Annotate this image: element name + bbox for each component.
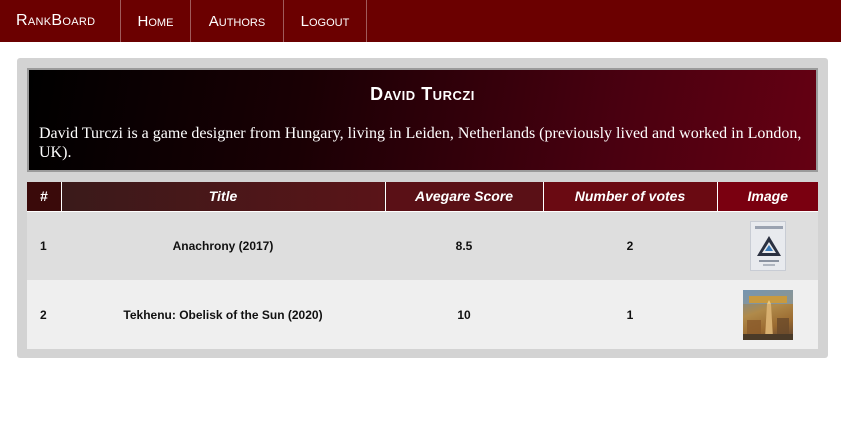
table-row[interactable]: 1 Anachrony (2017) 8.5 2 bbox=[27, 211, 818, 280]
row-number-of-votes: 1 bbox=[543, 280, 717, 349]
row-image bbox=[717, 280, 818, 349]
author-name: David Turczi bbox=[370, 84, 475, 104]
nav-home-link[interactable]: Home bbox=[121, 0, 191, 42]
top-navbar: RankBoard Home Authors Logout bbox=[0, 0, 841, 42]
author-info-box: David Turczi David Turczi is a game desi… bbox=[27, 68, 818, 172]
header-image: Image bbox=[717, 182, 818, 212]
content-panel: David Turczi David Turczi is a game desi… bbox=[17, 58, 828, 358]
header-average-score[interactable]: Avegare Score bbox=[385, 182, 544, 212]
table-header-row: # Title Avegare Score Number of votes Im… bbox=[27, 182, 818, 212]
nav-authors-link[interactable]: Authors bbox=[191, 0, 284, 42]
anachrony-box-art-icon[interactable] bbox=[749, 220, 786, 271]
row-title[interactable]: Anachrony (2017) bbox=[61, 211, 385, 280]
row-rank: 1 bbox=[27, 211, 61, 280]
nav-logout-link[interactable]: Logout bbox=[284, 0, 367, 42]
table-row[interactable]: 2 Tekhenu: Obelisk of the Sun (2020) 10 … bbox=[27, 280, 818, 349]
header-rank[interactable]: # bbox=[27, 182, 62, 212]
row-title[interactable]: Tekhenu: Obelisk of the Sun (2020) bbox=[61, 280, 385, 349]
row-rank: 2 bbox=[27, 280, 61, 349]
header-title[interactable]: Title bbox=[61, 182, 386, 212]
row-average-score: 10 bbox=[385, 280, 543, 349]
row-image bbox=[717, 211, 818, 280]
tekhenu-box-art-icon[interactable] bbox=[742, 289, 793, 340]
row-average-score: 8.5 bbox=[385, 211, 543, 280]
header-number-of-votes[interactable]: Number of votes bbox=[543, 182, 718, 212]
row-number-of-votes: 2 bbox=[543, 211, 717, 280]
brand-link[interactable]: RankBoard bbox=[0, 0, 121, 42]
games-table: # Title Avegare Score Number of votes Im… bbox=[27, 182, 818, 349]
author-bio: David Turczi is a game designer from Hun… bbox=[39, 125, 802, 161]
